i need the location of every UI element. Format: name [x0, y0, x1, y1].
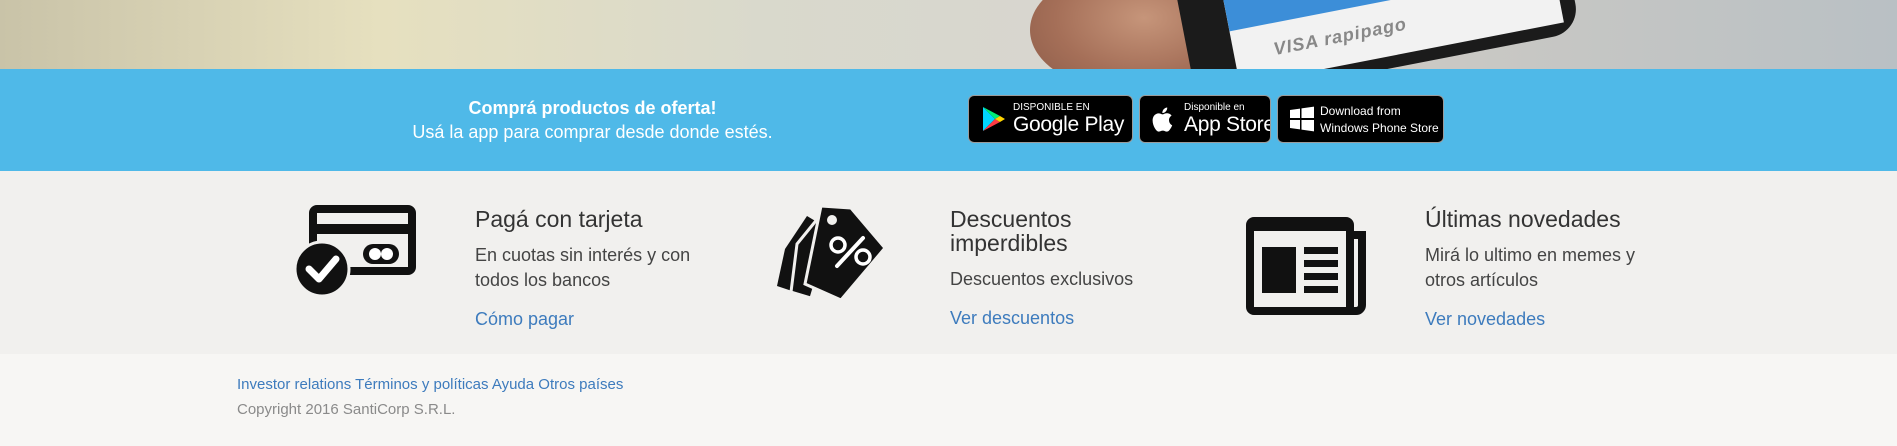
view-news-link[interactable]: Ver novedades — [1425, 309, 1545, 330]
credit-card-check-icon — [295, 205, 416, 296]
app-store-button[interactable]: Disponible en App Store — [1139, 95, 1271, 143]
app-banner: Comprá productos de oferta! Usá la app p… — [0, 69, 1897, 171]
apple-icon — [1152, 107, 1173, 132]
footer-link-other-countries[interactable]: Otros países — [538, 376, 623, 393]
payment-logos: VISA rapipago — [1271, 13, 1409, 60]
google-play-icon — [983, 107, 1005, 131]
view-discounts-link[interactable]: Ver descuentos — [950, 308, 1074, 329]
feature-description: En cuotas sin interés y con todos los ba… — [475, 245, 691, 290]
app-promo: Comprá productos de oferta! Usá la app p… — [380, 96, 805, 144]
feature-description: Mirá lo ultimo en memes y otros artículo… — [1425, 245, 1636, 290]
windows-icon — [1290, 106, 1314, 132]
features-section: Pagá con tarjeta En cuotas sin interés y… — [0, 171, 1897, 354]
how-to-pay-link[interactable]: Cómo pagar — [475, 309, 574, 330]
feature-title: Descuentos imperdibles — [950, 206, 1072, 256]
feature-description: Descuentos exclusivos — [950, 269, 1134, 289]
footer: Investor relations Términos y políticas … — [0, 354, 1897, 446]
copyright-text: Copyright 2016 SantiCorp S.R.L. — [237, 401, 456, 418]
footer-link-terms[interactable]: Términos y políticas — [355, 376, 488, 393]
discount-tags-icon — [777, 204, 885, 302]
app-promo-title: Comprá productos de oferta! — [468, 98, 717, 118]
footer-link-help[interactable]: Ayuda — [492, 376, 534, 393]
feature-title: Últimas novedades — [1425, 206, 1621, 232]
newspaper-icon — [1246, 217, 1366, 315]
footer-links: Investor relations Términos y políticas … — [237, 376, 623, 393]
google-play-button[interactable]: DISPONIBLE EN Google Play — [968, 95, 1133, 143]
feature-title: Pagá con tarjeta — [475, 206, 643, 232]
app-promo-subtitle: Usá la app para comprar desde donde esté… — [412, 122, 773, 142]
windows-phone-store-button[interactable]: Download from Windows Phone Store — [1277, 95, 1444, 143]
hero-image: VISA rapipago — [0, 0, 1897, 69]
footer-link-investor-relations[interactable]: Investor relations — [237, 376, 351, 393]
